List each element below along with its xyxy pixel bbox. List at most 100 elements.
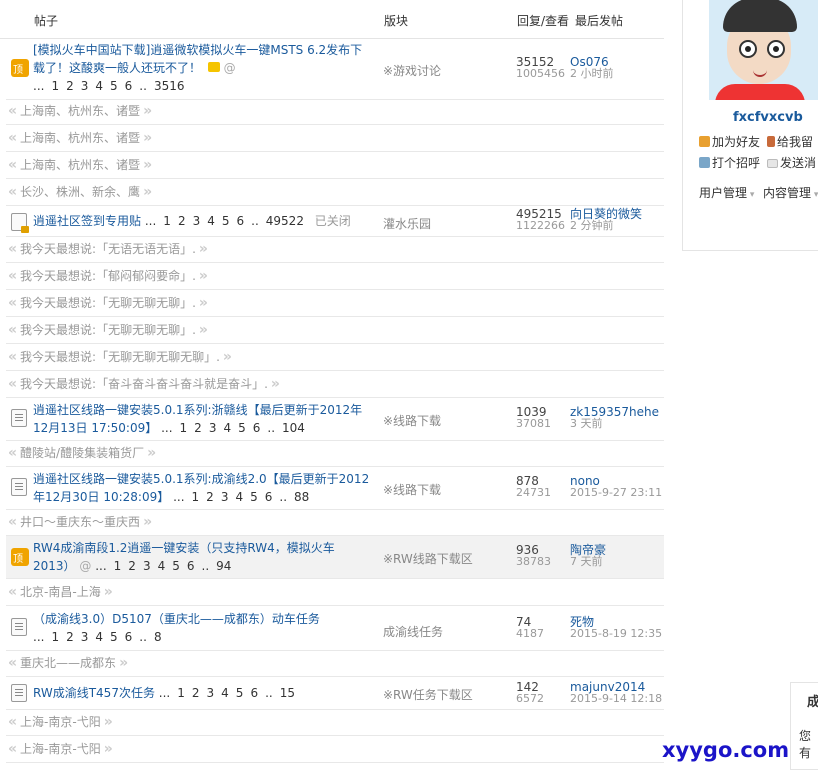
page-link[interactable]: ... xyxy=(33,79,44,93)
send-message-link[interactable]: 发送消 xyxy=(767,154,816,171)
page-link[interactable]: 3 xyxy=(81,79,89,93)
page-link[interactable]: 6 xyxy=(237,214,245,228)
page-link[interactable]: 2 xyxy=(192,686,200,700)
page-link[interactable]: 3 xyxy=(143,559,151,573)
page-link[interactable]: 5 xyxy=(172,559,180,573)
page-link[interactable]: 8 xyxy=(154,630,162,644)
thread-title-link[interactable]: （成渝线3.0）D5107（重庆北——成都东）动车任务 xyxy=(33,612,320,626)
page-link[interactable]: 1 xyxy=(177,686,185,700)
content-management-menu[interactable]: 内容管理 xyxy=(763,184,818,201)
page-link[interactable]: 104 xyxy=(282,421,305,435)
close-quote-icon: » xyxy=(198,322,208,338)
page-link[interactable]: 2 xyxy=(178,214,186,228)
page-link[interactable]: 3 xyxy=(81,630,89,644)
forum-link[interactable]: 灌水乐园 xyxy=(383,215,431,232)
page-link[interactable]: 3 xyxy=(207,686,215,700)
page-link[interactable]: 3 xyxy=(209,421,217,435)
page-link[interactable]: ... xyxy=(33,630,44,644)
forum-link[interactable]: ※线路下载 xyxy=(383,481,441,498)
col-forum-header: 版块 xyxy=(384,14,409,28)
thread-title-link[interactable]: 逍遥社区签到专用贴 xyxy=(33,214,141,228)
page-link[interactable]: 2 xyxy=(66,630,74,644)
page-link[interactable]: 5 xyxy=(222,214,230,228)
last-post-time: 7 天前 xyxy=(570,555,603,568)
page-link[interactable]: 2 xyxy=(128,559,136,573)
greet-link[interactable]: 打个招呼 xyxy=(699,154,760,171)
close-quote-icon: » xyxy=(119,655,129,671)
page-link[interactable]: 94 xyxy=(216,559,231,573)
page-link[interactable]: .. xyxy=(251,214,259,228)
page-link[interactable]: ... xyxy=(173,490,184,504)
page-link[interactable]: 1 xyxy=(51,79,59,93)
page-link[interactable]: 1 xyxy=(51,630,59,644)
forum-link[interactable]: 成渝线任务 xyxy=(383,623,443,640)
page-link[interactable]: ... xyxy=(159,686,170,700)
page-link[interactable]: 6 xyxy=(187,559,195,573)
page-link[interactable]: .. xyxy=(279,490,287,504)
page-link[interactable]: 4 xyxy=(95,630,103,644)
page-link[interactable]: 3 xyxy=(193,214,201,228)
table-row: 逍遥社区线路一键安装5.0.1系列:浙赣线【最后更新于2012年12月13日 1… xyxy=(6,398,664,441)
user-management-menu[interactable]: 用户管理 xyxy=(699,184,754,201)
page-link[interactable]: 2 xyxy=(194,421,202,435)
page-link[interactable]: .. xyxy=(139,630,147,644)
page-link[interactable]: 6 xyxy=(250,686,258,700)
username-link[interactable]: fxcfvxcvb xyxy=(733,110,803,125)
page-link[interactable]: 5 xyxy=(250,490,258,504)
page-link[interactable]: 6 xyxy=(125,630,133,644)
page-link[interactable]: 2 xyxy=(66,79,74,93)
forum-link[interactable]: ※线路下载 xyxy=(383,412,441,429)
page-link[interactable]: 6 xyxy=(265,490,273,504)
page-link[interactable]: ... xyxy=(145,214,156,228)
page-link[interactable]: ... xyxy=(161,421,172,435)
thread-title-link[interactable]: RW成渝线T457次任务 xyxy=(33,686,155,700)
page-link[interactable]: 4 xyxy=(207,214,215,228)
page-link[interactable]: 1 xyxy=(180,421,188,435)
page-link[interactable]: 5 xyxy=(236,686,244,700)
quote-row: «上海南、杭州东、诸暨» xyxy=(6,125,664,152)
view-count: 37081 xyxy=(516,417,551,430)
page-link[interactable]: 5 xyxy=(238,421,246,435)
page-link[interactable]: 4 xyxy=(223,421,231,435)
quote-row: «长沙、株洲、新余、鹰» xyxy=(6,179,664,206)
page-link[interactable]: .. xyxy=(202,559,210,573)
page-link[interactable]: 4 xyxy=(221,686,229,700)
open-quote-icon: « xyxy=(8,295,18,311)
page-link[interactable]: ... xyxy=(95,559,106,573)
page-link[interactable]: 6 xyxy=(253,421,261,435)
page-link[interactable]: 88 xyxy=(294,490,309,504)
open-quote-icon: « xyxy=(8,184,18,200)
thread-title-link[interactable]: [模拟火车中国站下载]逍遥微软模拟火车一键MSTS 6.2发布下载了！这酸爽一般… xyxy=(33,43,362,75)
close-quote-icon: » xyxy=(143,514,153,530)
page-link[interactable]: 6 xyxy=(125,79,133,93)
last-post-time: 2 小时前 xyxy=(570,67,614,80)
page-link[interactable]: .. xyxy=(139,79,147,93)
leave-message-link[interactable]: 给我留 xyxy=(767,133,813,150)
page-link[interactable]: 4 xyxy=(158,559,166,573)
page-link[interactable]: 4 xyxy=(95,79,103,93)
page-link[interactable]: 2 xyxy=(206,490,214,504)
forum-link[interactable]: ※游戏讨论 xyxy=(383,62,441,79)
view-count: 1005456 xyxy=(516,67,565,80)
pinned-icon xyxy=(11,548,29,566)
page-link[interactable]: 5 xyxy=(110,79,118,93)
forum-link[interactable]: ※RW任务下载区 xyxy=(383,686,473,703)
page-link[interactable]: .. xyxy=(265,686,273,700)
page-link[interactable]: 4 xyxy=(235,490,243,504)
view-count: 1122266 xyxy=(516,219,565,232)
page-link[interactable]: 1 xyxy=(163,214,171,228)
forum-link[interactable]: ※RW线路下载区 xyxy=(383,550,473,567)
add-friend-link[interactable]: 加为好友 xyxy=(699,133,760,150)
page-link[interactable]: 1 xyxy=(192,490,200,504)
page-link[interactable]: 3516 xyxy=(154,79,185,93)
page-link[interactable]: 3 xyxy=(221,490,229,504)
avatar[interactable] xyxy=(709,0,818,100)
quote-row: «我今天最想说:「郁闷郁闷要命」.» xyxy=(6,263,664,290)
envelope-icon xyxy=(767,159,778,168)
page-link[interactable]: 1 xyxy=(114,559,122,573)
table-row: [模拟火车中国站下载]逍遥微软模拟火车一键MSTS 6.2发布下载了！这酸爽一般… xyxy=(6,39,664,100)
page-link[interactable]: 5 xyxy=(110,630,118,644)
page-link[interactable]: 49522 xyxy=(266,214,304,228)
page-link[interactable]: .. xyxy=(267,421,275,435)
page-link[interactable]: 15 xyxy=(280,686,295,700)
